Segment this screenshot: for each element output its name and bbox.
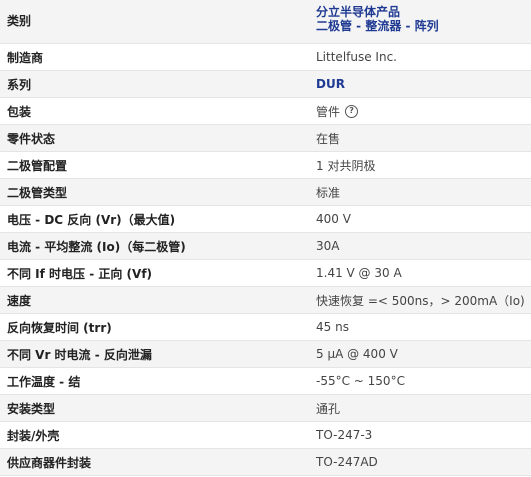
series-link[interactable]: DUR bbox=[316, 77, 345, 91]
table-row-voltage-dc-reverse: 电压 - DC 反向 (Vr)（最大值) 400 V bbox=[0, 206, 531, 233]
row-label: 不同 Vr 时电流 - 反向泄漏 bbox=[7, 347, 152, 362]
table-row-series: 系列 DUR bbox=[0, 71, 531, 98]
row-value: DUR bbox=[307, 71, 531, 97]
row-value: 在售 bbox=[316, 131, 341, 146]
row-value: 45 ns bbox=[316, 320, 349, 334]
table-row-part-status: 零件状态 在售 bbox=[0, 125, 531, 152]
row-value: -55°C ~ 150°C bbox=[316, 374, 405, 388]
product-attributes-table: 类别 分立半导体产品 二极管 - 整流器 - 阵列 制造商 Littelfuse… bbox=[0, 0, 531, 476]
row-label: 零件状态 bbox=[7, 131, 56, 146]
row-value: 5 µA @ 400 V bbox=[316, 347, 398, 361]
table-row-reverse-leakage: 不同 Vr 时电流 - 反向泄漏 5 µA @ 400 V bbox=[0, 341, 531, 368]
row-label: 供应商器件封装 bbox=[7, 455, 92, 470]
row-value: 分立半导体产品 二极管 - 整流器 - 阵列 bbox=[307, 0, 531, 43]
table-row-voltage-forward: 不同 If 时电压 - 正向 (Vf) 1.41 V @ 30 A bbox=[0, 260, 531, 287]
row-label: 速度 bbox=[7, 293, 32, 308]
row-label: 二极管类型 bbox=[7, 185, 68, 200]
row-value: 1.41 V @ 30 A bbox=[316, 266, 402, 280]
table-row-supplier-package: 供应商器件封装 TO-247AD bbox=[0, 449, 531, 476]
row-value: TO-247-3 bbox=[316, 428, 373, 442]
packaging-value: 管件 bbox=[316, 104, 341, 119]
table-row-reverse-recovery: 反向恢复时间 (trr) 45 ns bbox=[0, 314, 531, 341]
row-value: 快速恢复 =< 500ns，> 200mA（Io) bbox=[316, 293, 525, 308]
row-label: 包装 bbox=[7, 104, 32, 119]
table-row-current-avg-rectified: 电流 - 平均整流 (Io)（每二极管) 30A bbox=[0, 233, 531, 260]
row-label: 封装/外壳 bbox=[7, 428, 60, 443]
row-value: 通孔 bbox=[316, 401, 341, 416]
table-row-packaging: 包装 管件 ? bbox=[0, 98, 531, 125]
row-label: 二极管配置 bbox=[7, 158, 68, 173]
table-row-diode-type: 二极管类型 标准 bbox=[0, 179, 531, 206]
table-row-mounting-type: 安装类型 通孔 bbox=[0, 395, 531, 422]
help-icon[interactable]: ? bbox=[345, 104, 359, 118]
table-row-speed: 速度 快速恢复 =< 500ns，> 200mA（Io) bbox=[0, 287, 531, 314]
row-label: 电流 - 平均整流 (Io)（每二极管) bbox=[7, 239, 186, 254]
row-label: 安装类型 bbox=[7, 401, 56, 416]
row-label: 工作温度 - 结 bbox=[7, 374, 81, 389]
row-label: 类别 bbox=[7, 14, 32, 28]
row-value: 1 对共阴极 bbox=[316, 158, 376, 173]
row-value: 管件 ? bbox=[307, 98, 531, 124]
row-value: 标准 bbox=[316, 185, 341, 200]
row-label: 制造商 bbox=[7, 50, 44, 65]
table-row-operating-temp: 工作温度 - 结 -55°C ~ 150°C bbox=[0, 368, 531, 395]
row-label: 反向恢复时间 (trr) bbox=[7, 320, 112, 335]
row-label: 电压 - DC 反向 (Vr)（最大值) bbox=[7, 212, 176, 227]
row-value: TO-247AD bbox=[316, 455, 378, 469]
category-link-rectifier-arrays[interactable]: 二极管 - 整流器 - 阵列 bbox=[316, 19, 439, 33]
category-link-discrete[interactable]: 分立半导体产品 bbox=[316, 5, 439, 19]
row-label: 系列 bbox=[7, 77, 32, 92]
table-row-diode-config: 二极管配置 1 对共阴极 bbox=[0, 152, 531, 179]
row-label: 不同 If 时电压 - 正向 (Vf) bbox=[7, 266, 153, 281]
row-value: Littelfuse Inc. bbox=[316, 50, 397, 64]
row-value: 400 V bbox=[316, 212, 351, 226]
table-row-category: 类别 分立半导体产品 二极管 - 整流器 - 阵列 bbox=[0, 0, 531, 44]
table-row-manufacturer: 制造商 Littelfuse Inc. bbox=[0, 44, 531, 71]
table-row-package-case: 封装/外壳 TO-247-3 bbox=[0, 422, 531, 449]
row-value: 30A bbox=[316, 239, 340, 253]
